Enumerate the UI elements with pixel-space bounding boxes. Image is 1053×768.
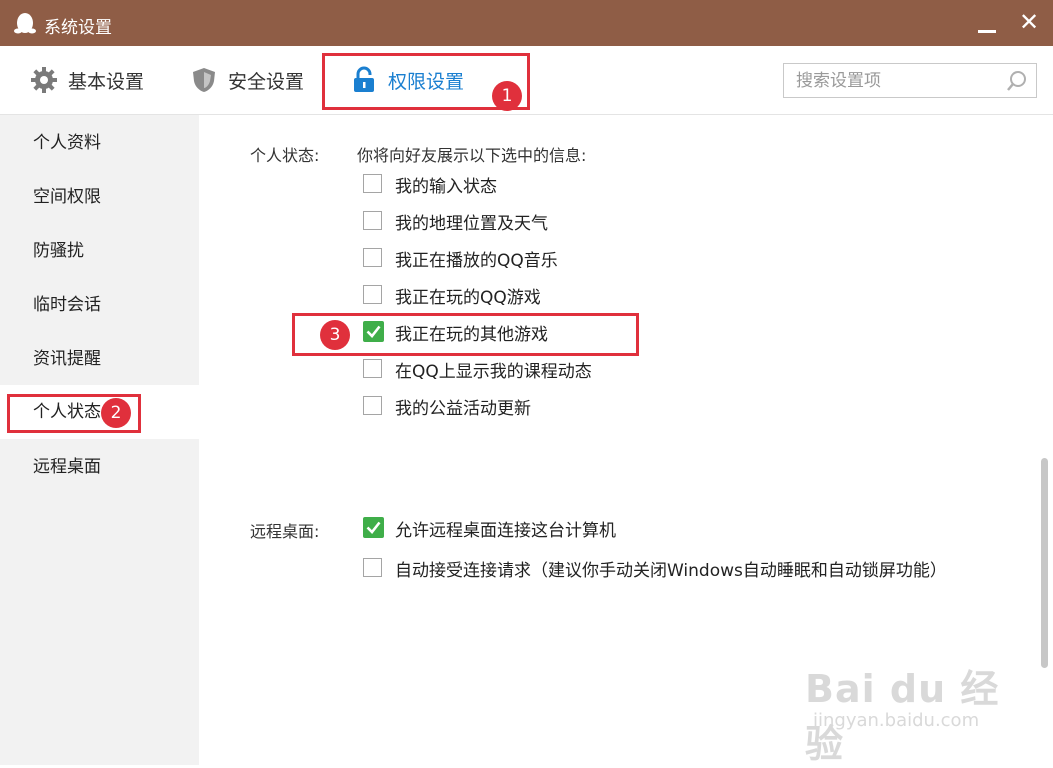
close-icon[interactable]: ✕ bbox=[1019, 10, 1039, 34]
title-bar: 系统设置 ✕ bbox=[0, 0, 1053, 46]
option-label: 在QQ上显示我的课程动态 bbox=[395, 362, 592, 382]
sidebar-item-news-reminder[interactable]: 资讯提醒 bbox=[0, 332, 199, 386]
search-icon[interactable] bbox=[1006, 70, 1028, 92]
tab-basic-settings[interactable]: 基本设置 bbox=[30, 46, 144, 114]
personal-status-label: 个人状态: bbox=[250, 146, 320, 165]
tab-label: 基本设置 bbox=[68, 70, 145, 93]
sidebar-item-space-permission[interactable]: 空间权限 bbox=[0, 170, 199, 224]
search-box[interactable] bbox=[783, 63, 1037, 98]
sidebar-item-remote-desktop[interactable]: 远程桌面 bbox=[0, 440, 199, 494]
option-label: 我的公益活动更新 bbox=[395, 399, 531, 419]
option-label: 我正在播放的QQ音乐 bbox=[395, 251, 558, 271]
sidebar-item-anti-harassment[interactable]: 防骚扰 bbox=[0, 224, 199, 278]
checkbox-input-status[interactable] bbox=[363, 174, 382, 193]
option-label: 我正在玩的QQ游戏 bbox=[395, 288, 541, 308]
tab-label: 安全设置 bbox=[228, 70, 305, 93]
checkbox-auto-accept[interactable] bbox=[363, 558, 382, 577]
annotation-badge-1: 1 bbox=[492, 81, 522, 111]
annotation-badge-3: 3 bbox=[320, 320, 350, 350]
tab-security-settings[interactable]: 安全设置 bbox=[190, 46, 304, 114]
scrollbar-thumb[interactable] bbox=[1041, 458, 1048, 668]
check-icon bbox=[366, 521, 381, 534]
option-label: 自动接受连接请求（建议你手动关闭Windows自动睡眠和自动锁屏功能） bbox=[395, 561, 947, 581]
gear-icon bbox=[31, 67, 57, 93]
option-label: 允许远程桌面连接这台计算机 bbox=[395, 521, 616, 541]
baidu-watermark: Bai du 经验 jingyan.baidu.com bbox=[805, 648, 1005, 766]
minimize-icon[interactable] bbox=[978, 30, 996, 33]
sidebar: 个人资料 空间权限 防骚扰 临时会话 资讯提醒 个人状态 远程桌面 bbox=[0, 115, 199, 765]
shield-icon bbox=[193, 68, 215, 92]
watermark-line2: jingyan.baidu.com bbox=[813, 710, 980, 731]
window-title: 系统设置 bbox=[44, 18, 112, 38]
remote-desktop-label: 远程桌面: bbox=[250, 522, 320, 541]
annotation-badge-2: 2 bbox=[101, 398, 131, 428]
qq-penguin-icon bbox=[14, 13, 36, 34]
option-label: 我的输入状态 bbox=[395, 177, 497, 197]
checkbox-charity-updates[interactable] bbox=[363, 396, 382, 415]
sidebar-item-profile[interactable]: 个人资料 bbox=[0, 116, 199, 170]
search-input[interactable] bbox=[784, 64, 1006, 97]
personal-status-description: 你将向好友展示以下选中的信息: bbox=[357, 146, 587, 165]
checkbox-course-activity[interactable] bbox=[363, 359, 382, 378]
checkbox-qq-game[interactable] bbox=[363, 285, 382, 304]
checkbox-allow-remote[interactable] bbox=[363, 517, 384, 538]
checkbox-location-weather[interactable] bbox=[363, 211, 382, 230]
option-label: 我的地理位置及天气 bbox=[395, 214, 548, 234]
checkbox-qq-music[interactable] bbox=[363, 248, 382, 267]
sidebar-item-temp-session[interactable]: 临时会话 bbox=[0, 278, 199, 332]
